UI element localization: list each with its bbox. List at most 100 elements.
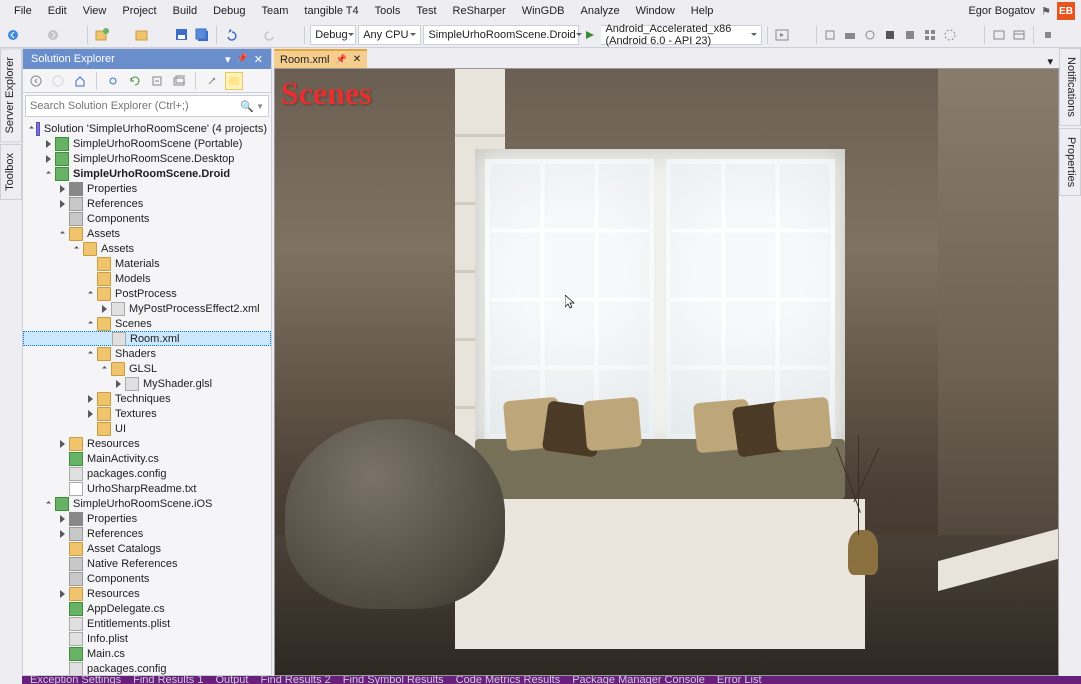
start-debug-button[interactable] [581, 25, 599, 45]
tb-gen2-icon[interactable] [841, 25, 859, 45]
bottom-tab[interactable]: Find Results 2 [260, 676, 330, 684]
expander-icon[interactable] [85, 349, 95, 359]
server-explorer-tab[interactable]: Server Explorer [0, 48, 22, 142]
tb-gen4-icon[interactable] [881, 25, 899, 45]
expander-icon[interactable] [57, 184, 67, 194]
startup-project-combo[interactable]: SimpleUrhoRoomScene.Droid [423, 25, 579, 45]
se-showall-icon[interactable] [170, 72, 188, 90]
save-button[interactable] [173, 25, 191, 45]
tb-gen1-icon[interactable] [821, 25, 839, 45]
expander-icon[interactable] [99, 304, 109, 314]
close-tab-icon[interactable]: ✕ [353, 54, 361, 65]
notifications-tab[interactable]: Notifications [1059, 48, 1081, 126]
panel-menu-icon[interactable]: ▾ [225, 53, 231, 66]
user-badge[interactable]: EB [1057, 2, 1075, 20]
open-file-dd[interactable] [153, 25, 171, 45]
panel-close-icon[interactable]: ✕ [254, 53, 263, 66]
doc-tab-room[interactable]: Room.xml 📌 ✕ [274, 49, 367, 68]
tree-node[interactable]: Models [23, 271, 271, 286]
tree-node[interactable]: Properties [23, 181, 271, 196]
menu-tangible-t4[interactable]: tangible T4 [296, 3, 366, 19]
undo-dd[interactable] [241, 25, 259, 45]
properties-tab[interactable]: Properties [1059, 128, 1081, 196]
tree-node[interactable]: Resources [23, 436, 271, 451]
tree-node[interactable]: Textures [23, 406, 271, 421]
tree-node[interactable]: SimpleUrhoRoomScene (Portable) [23, 136, 271, 151]
tree-node[interactable]: packages.config [23, 661, 271, 675]
tree-node[interactable]: SimpleUrhoRoomScene.Desktop [23, 151, 271, 166]
new-project-button[interactable] [93, 25, 111, 45]
se-preview-icon[interactable] [225, 72, 243, 90]
search-dd-icon[interactable]: ▼ [256, 102, 264, 111]
menu-analyze[interactable]: Analyze [573, 3, 628, 19]
expander-icon[interactable] [43, 139, 53, 149]
bottom-tab[interactable]: Code Metrics Results [456, 676, 561, 684]
menu-test[interactable]: Test [408, 3, 444, 19]
notify-flag-icon[interactable]: ⚑ [1041, 5, 1051, 18]
tree-node[interactable]: Entitlements.plist [23, 616, 271, 631]
bottom-tab[interactable]: Find Symbol Results [343, 676, 444, 684]
tb-gen7-icon[interactable] [941, 25, 959, 45]
tree-node[interactable]: Shaders [23, 346, 271, 361]
pin-icon[interactable]: 📌 [336, 54, 347, 65]
tb-gen3-icon[interactable] [861, 25, 879, 45]
tree-node[interactable]: Components [23, 571, 271, 586]
expander-icon[interactable] [57, 229, 67, 239]
tree-node[interactable]: References [23, 526, 271, 541]
expander-icon[interactable] [85, 409, 95, 419]
tree-node[interactable]: References [23, 196, 271, 211]
tree-node[interactable]: Assets [23, 226, 271, 241]
menu-window[interactable]: Window [628, 3, 683, 19]
menu-team[interactable]: Team [254, 3, 297, 19]
undo-button[interactable] [221, 25, 239, 45]
tree-node[interactable]: Asset Catalogs [23, 541, 271, 556]
debug-target-combo[interactable]: Android_Accelerated_x86 (Android 6.0 - A… [601, 25, 762, 45]
tree-node[interactable]: Properties [23, 511, 271, 526]
menu-edit[interactable]: Edit [40, 3, 75, 19]
tb-gen5-icon[interactable] [901, 25, 919, 45]
save-all-button[interactable] [193, 25, 211, 45]
tree-node[interactable]: Scenes [23, 316, 271, 331]
tb-end-icon[interactable] [1039, 25, 1057, 45]
toolbox-tab[interactable]: Toolbox [0, 144, 22, 200]
menu-view[interactable]: View [75, 3, 115, 19]
user-area[interactable]: Egor Bogatov ⚑ EB [968, 2, 1075, 20]
tree-node[interactable]: Assets [23, 241, 271, 256]
tree-node[interactable]: Room.xml [23, 331, 271, 346]
search-input[interactable] [30, 100, 240, 112]
tb-gen6-icon[interactable] [921, 25, 939, 45]
se-home-icon[interactable] [71, 72, 89, 90]
tree-node[interactable]: AppDelegate.cs [23, 601, 271, 616]
se-refresh-icon[interactable] [126, 72, 144, 90]
tb-win1-icon[interactable] [990, 25, 1008, 45]
tree-node[interactable]: SimpleUrhoRoomScene.Droid [23, 166, 271, 181]
expander-icon[interactable] [57, 529, 67, 539]
solution-tree[interactable]: Solution 'SimpleUrhoRoomScene' (4 projec… [23, 119, 271, 675]
tree-node[interactable]: PostProcess [23, 286, 271, 301]
bottom-tab[interactable]: Output [215, 676, 248, 684]
tree-node[interactable]: Materials [23, 256, 271, 271]
tree-node[interactable]: MyPostProcessEffect2.xml [23, 301, 271, 316]
panel-titlebar[interactable]: Solution Explorer ▾ 📌 ✕ [23, 49, 271, 69]
search-icon[interactable]: 🔍 [240, 100, 254, 113]
se-properties-icon[interactable] [203, 72, 221, 90]
menu-resharper[interactable]: ReSharper [445, 3, 514, 19]
tree-node[interactable]: SimpleUrhoRoomScene.iOS [23, 496, 271, 511]
open-file-button[interactable] [133, 25, 151, 45]
se-collapse-icon[interactable] [148, 72, 166, 90]
solution-search[interactable]: 🔍 ▼ [25, 95, 269, 117]
expander-icon[interactable] [57, 589, 67, 599]
expander-icon[interactable] [85, 319, 95, 329]
menu-tools[interactable]: Tools [367, 3, 409, 19]
tree-node[interactable]: Resources [23, 586, 271, 601]
bottom-tab[interactable]: Exception Settings [30, 676, 121, 684]
nav-back-dd[interactable] [24, 25, 42, 45]
expander-icon[interactable] [43, 154, 53, 164]
expander-icon[interactable] [29, 124, 34, 134]
se-back-icon[interactable] [27, 72, 45, 90]
se-sync-icon[interactable] [104, 72, 122, 90]
expander-icon[interactable] [43, 169, 53, 179]
nav-back-button[interactable] [4, 25, 22, 45]
menu-project[interactable]: Project [114, 3, 164, 19]
tree-node[interactable]: Native References [23, 556, 271, 571]
